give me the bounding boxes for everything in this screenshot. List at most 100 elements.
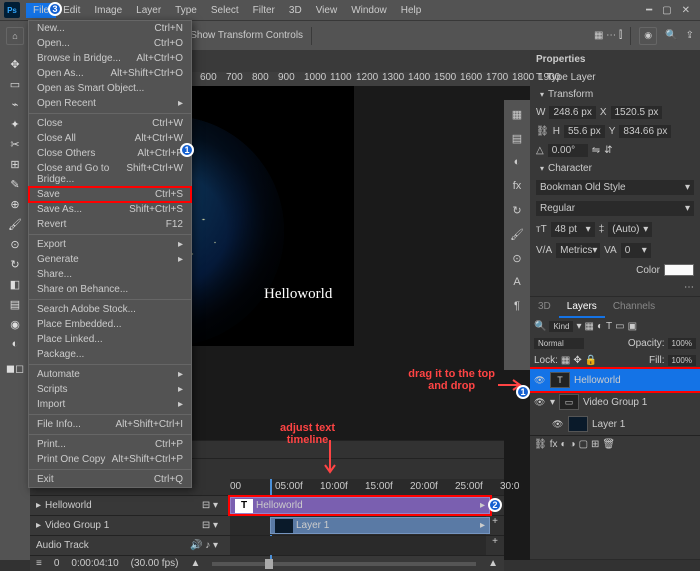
text-layer-content[interactable]: Helloworld: [264, 286, 332, 303]
track-expand-icon[interactable]: ▸: [36, 520, 41, 531]
filter-smart-icon[interactable]: ▣: [628, 321, 637, 332]
opacity-field[interactable]: 100%: [668, 338, 696, 349]
menu-filter[interactable]: Filter: [246, 3, 282, 18]
brushes-panel-icon[interactable]: 🖌: [507, 224, 527, 244]
search-icon[interactable]: 🔍: [665, 30, 677, 41]
track-expand-icon[interactable]: ▸: [36, 500, 41, 511]
char-panel-icon[interactable]: A: [507, 272, 527, 292]
file-menu-file-info-[interactable]: File Info...Alt+Shift+Ctrl+I: [29, 417, 191, 432]
menu-select[interactable]: Select: [204, 3, 246, 18]
color-panel-icon[interactable]: ▦: [507, 104, 527, 124]
flip-h-icon[interactable]: ⇋: [592, 145, 600, 156]
mask-icon[interactable]: ◐: [560, 439, 566, 450]
file-menu-import[interactable]: Import▸: [29, 397, 191, 412]
menu-3d[interactable]: 3D: [282, 3, 309, 18]
visibility-icon[interactable]: 👁: [534, 397, 546, 408]
filter-pixel-icon[interactable]: ▦: [585, 321, 594, 332]
font-style-dropdown[interactable]: Regular▾: [536, 201, 694, 216]
menu-image[interactable]: Image: [87, 3, 129, 18]
folder-icon[interactable]: ▢: [579, 439, 588, 450]
filter-type-icon[interactable]: T: [606, 321, 612, 332]
eraser-tool[interactable]: ◧: [2, 274, 28, 294]
history-brush-tool[interactable]: ↻: [2, 254, 28, 274]
fx-icon[interactable]: fx: [550, 439, 558, 450]
marquee-tool[interactable]: ▭: [2, 74, 28, 94]
properties-header[interactable]: Properties: [530, 50, 700, 69]
file-menu-close[interactable]: CloseCtrl+W: [29, 116, 191, 131]
lasso-tool[interactable]: ⌁: [2, 94, 28, 114]
tab-3d[interactable]: 3D: [530, 297, 559, 318]
align-icons[interactable]: ▦ ⋯ ⫿: [594, 30, 622, 41]
lock-all-icon[interactable]: 🔒: [585, 355, 597, 366]
maximize-icon[interactable]: ▢: [662, 5, 671, 16]
search-icon[interactable]: 🔍: [534, 321, 546, 332]
frame-tool[interactable]: ⊞: [2, 154, 28, 174]
clone-panel-icon[interactable]: ⊙: [507, 248, 527, 268]
gradient-tool[interactable]: ▤: [2, 294, 28, 314]
file-menu-automate[interactable]: Automate▸: [29, 367, 191, 382]
tracking-field[interactable]: Metrics▾: [556, 243, 600, 258]
crop-tool[interactable]: ✂: [2, 134, 28, 154]
file-menu-print-one-copy[interactable]: Print One CopyAlt+Shift+Ctrl+P: [29, 452, 191, 467]
track-add-icon[interactable]: ⊟ ▾: [196, 520, 224, 531]
file-menu-open-[interactable]: Open...Ctrl+O: [29, 36, 191, 51]
adjustment-icon[interactable]: ◑: [570, 439, 576, 450]
menu-view[interactable]: View: [309, 3, 345, 18]
x-field[interactable]: 1520.5 px: [611, 106, 663, 119]
filter-adjust-icon[interactable]: ◐: [597, 321, 603, 332]
layer-helloworld[interactable]: 👁 T Helloworld: [530, 369, 700, 391]
zoom-slider[interactable]: [212, 562, 476, 566]
color-swatches[interactable]: ◼◻: [2, 354, 28, 382]
file-menu-save-as-[interactable]: Save As...Shift+Ctrl+S: [29, 202, 191, 217]
adjustments-panel-icon[interactable]: ◐: [507, 152, 527, 172]
file-menu-scripts[interactable]: Scripts▸: [29, 382, 191, 397]
menu-window[interactable]: Window: [344, 3, 394, 18]
share-icon[interactable]: ⇪: [686, 30, 694, 41]
visibility-icon[interactable]: 👁: [552, 419, 564, 430]
layer-layer1[interactable]: 👁 Layer 1: [530, 413, 700, 435]
timeline-ruler[interactable]: 0005:00f10:00f15:00f20:00f25:00f30:0: [230, 479, 504, 495]
layer-video-group[interactable]: 👁 ▾ ▭ Video Group 1: [530, 391, 700, 413]
file-menu-place-embedded-[interactable]: Place Embedded...: [29, 317, 191, 332]
file-menu-close-all[interactable]: Close AllAlt+Ctrl+W: [29, 131, 191, 146]
filter-kind[interactable]: Kind: [549, 321, 573, 332]
width-field[interactable]: 248.6 px: [549, 106, 595, 119]
tab-channels[interactable]: Channels: [605, 297, 663, 318]
file-menu-save[interactable]: SaveCtrl+S: [29, 187, 191, 202]
wand-tool[interactable]: ✦: [2, 114, 28, 134]
para-panel-icon[interactable]: ¶: [507, 296, 527, 316]
fill-field[interactable]: 100%: [668, 355, 696, 366]
heal-tool[interactable]: ⊕: [2, 194, 28, 214]
link-layers-icon[interactable]: ⛓: [534, 439, 547, 450]
height-field[interactable]: 55.6 px: [564, 125, 605, 138]
clip-layer1[interactable]: Layer 1 ▸: [270, 517, 490, 534]
character-section[interactable]: Character: [548, 163, 592, 174]
file-menu-close-and-go-to-bridge-[interactable]: Close and Go to Bridge...Shift+Ctrl+W: [29, 161, 191, 187]
file-menu-search-adobe-stock-[interactable]: Search Adobe Stock...: [29, 302, 191, 317]
clip-helloworld[interactable]: T Helloworld ▸: [230, 497, 490, 514]
file-menu-generate[interactable]: Generate▸: [29, 252, 191, 267]
y-field[interactable]: 834.66 px: [619, 125, 671, 138]
menu-help[interactable]: Help: [394, 3, 429, 18]
link-icon[interactable]: ⛓: [536, 126, 549, 137]
file-menu-package-[interactable]: Package...: [29, 347, 191, 362]
font-size-field[interactable]: 48 pt▾: [551, 222, 595, 237]
track-plus-icon[interactable]: +: [486, 536, 504, 555]
trash-icon[interactable]: 🗑: [602, 439, 615, 450]
filter-shape-icon[interactable]: ▭: [615, 321, 624, 332]
file-menu-share-on-behance-[interactable]: Share on Behance...: [29, 282, 191, 297]
lock-pixels-icon[interactable]: ▦: [561, 355, 570, 366]
home-icon[interactable]: ⌂: [6, 27, 24, 45]
leading-field[interactable]: (Auto)▾: [608, 222, 652, 237]
styles-panel-icon[interactable]: fx: [507, 176, 527, 196]
close-icon[interactable]: ✕: [682, 5, 690, 16]
panel-more-icon[interactable]: ⋯: [684, 282, 694, 293]
text-color-chip[interactable]: [664, 264, 694, 276]
file-menu-share-[interactable]: Share...: [29, 267, 191, 282]
tab-layers[interactable]: Layers: [559, 297, 605, 318]
lock-position-icon[interactable]: ✥: [573, 355, 581, 366]
new-layer-icon[interactable]: ⊞: [591, 439, 599, 450]
file-menu-browse-in-bridge-[interactable]: Browse in Bridge...Alt+Ctrl+O: [29, 51, 191, 66]
track-add-icon[interactable]: ⊟ ▾: [196, 500, 224, 511]
flip-v-icon[interactable]: ⇵: [604, 145, 612, 156]
